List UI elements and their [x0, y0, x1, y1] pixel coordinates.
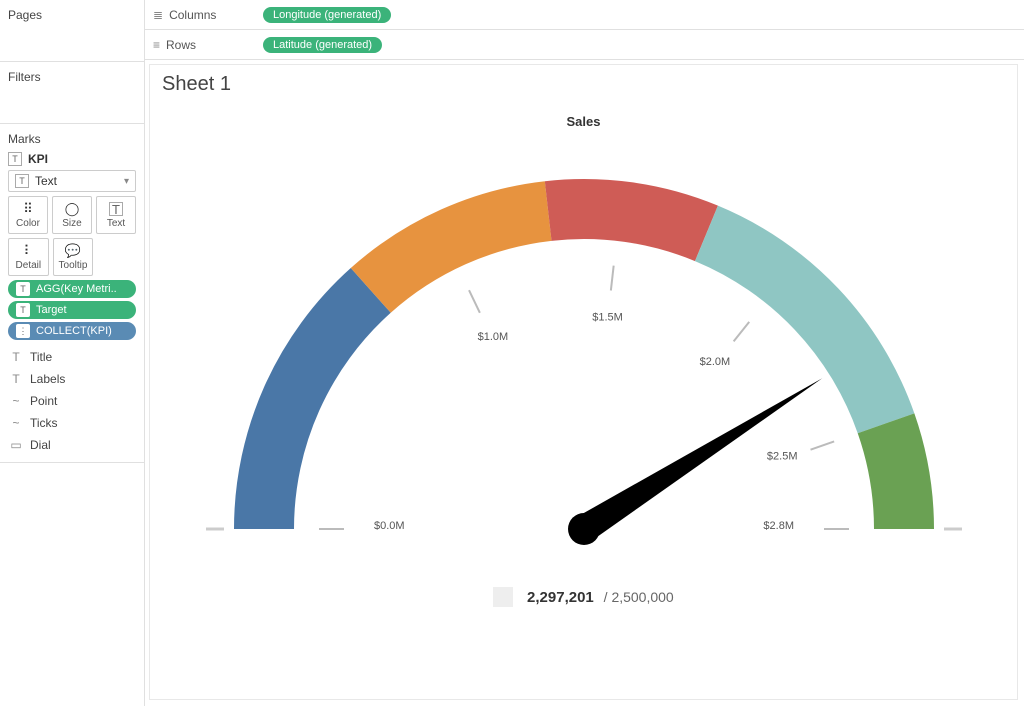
- shelf-label: Point: [30, 394, 57, 408]
- marks-card: Marks T KPI T Text ▾ ⠿ Color ◯ Size: [0, 124, 144, 463]
- shelf-label: Title: [30, 350, 52, 364]
- pill-icon: ⋮: [16, 324, 30, 338]
- gauge-tick: [810, 441, 834, 449]
- shelf-icon: T: [8, 350, 24, 364]
- tooltip-button[interactable]: 💬 Tooltip: [53, 238, 94, 276]
- gauge-tick-label: $2.5M: [766, 451, 797, 463]
- tooltip-icon: 💬: [65, 244, 81, 258]
- color-icon: ⠿: [23, 202, 33, 216]
- columns-icon: ≣: [153, 8, 163, 22]
- marks-pills: T AGG(Key Metri.. T Target ⋮ COLLECT(KPI): [8, 280, 136, 340]
- shelf-label: Dial: [30, 438, 51, 452]
- sheet-title: Sheet 1: [150, 65, 1017, 104]
- gauge-tick-label: $2.8M: [763, 520, 794, 532]
- shelf-item[interactable]: ~ Point: [8, 390, 136, 412]
- columns-pill[interactable]: Longitude (generated): [263, 7, 391, 23]
- filters-label: Filters: [8, 70, 136, 84]
- marks-pill[interactable]: T AGG(Key Metri..: [8, 280, 136, 298]
- gauge-tick: [610, 266, 613, 291]
- kpi-ghost: [493, 587, 513, 607]
- shelf-item[interactable]: ▭ Dial: [8, 434, 136, 456]
- mark-type-dropdown[interactable]: T Text ▾: [8, 170, 136, 192]
- gauge-title: Sales: [150, 114, 1017, 129]
- shelf-item[interactable]: T Labels: [8, 368, 136, 390]
- kpi-layer-label: KPI: [28, 152, 48, 166]
- marks-label: Marks: [8, 132, 136, 146]
- shelf-label: Labels: [30, 372, 65, 386]
- gauge-hub: [568, 513, 600, 545]
- kpi-footer: 2,297,201 / 2,500,000: [493, 589, 673, 606]
- text-icon: T: [8, 152, 22, 166]
- gauge-segment: [544, 179, 717, 261]
- main-area: ≣ Columns Longitude (generated) ≡ Rows L…: [145, 0, 1024, 706]
- pill-label: Target: [36, 304, 67, 316]
- marks-layer-kpi[interactable]: T KPI: [8, 152, 136, 166]
- shelf-icon: ~: [8, 416, 24, 430]
- size-button[interactable]: ◯ Size: [52, 196, 92, 234]
- gauge-chart: $0.0M $1.0M $1.5M $2.0M $2.5M $2.8M: [204, 129, 964, 569]
- size-icon: ◯: [65, 202, 80, 216]
- pill-label: COLLECT(KPI): [36, 325, 112, 337]
- left-sidebar: Pages Filters Marks T KPI T Text ▾ ⠿ Col…: [0, 0, 145, 706]
- gauge-segment: [857, 413, 933, 529]
- shelf-item[interactable]: T Title: [8, 346, 136, 368]
- text-icon: T: [109, 202, 123, 216]
- marks-pill[interactable]: ⋮ COLLECT(KPI): [8, 322, 136, 340]
- gauge-tick-label: $2.0M: [699, 356, 730, 368]
- pages-card: Pages: [0, 0, 144, 62]
- marks-pill[interactable]: T Target: [8, 301, 136, 319]
- detail-button[interactable]: ⠇ Detail: [8, 238, 49, 276]
- marks-shelf-list: T Title T Labels ~ Point ~ Ticks ▭ Dial: [8, 346, 136, 456]
- text-button[interactable]: T Text: [96, 196, 136, 234]
- mark-type-label: Text: [35, 174, 57, 188]
- pill-icon: T: [16, 303, 30, 317]
- shelf-icon: ▭: [8, 438, 24, 452]
- chevron-down-icon: ▾: [124, 176, 129, 187]
- gauge-segment: [694, 206, 913, 434]
- gauge-segment: [234, 268, 391, 529]
- rows-pill[interactable]: Latitude (generated): [263, 37, 382, 53]
- detail-icon: ⠇: [24, 244, 34, 258]
- shelf-icon: ~: [8, 394, 24, 408]
- shelf-item[interactable]: ~ Ticks: [8, 412, 136, 434]
- rows-shelf[interactable]: ≡ Rows Latitude (generated): [145, 30, 1024, 60]
- shelf-label: Ticks: [30, 416, 58, 430]
- sheet-canvas: Sheet 1 Sales $0.0M$1.0M$1.5M$2.0M$2.5M$…: [149, 64, 1018, 700]
- gauge-tick-label: $1.5M: [592, 311, 623, 323]
- kpi-value: 2,297,201: [527, 589, 594, 606]
- rows-icon: ≡: [153, 38, 160, 52]
- pill-label: AGG(Key Metri..: [36, 283, 117, 295]
- gauge-tick-label: $1.0M: [477, 331, 508, 343]
- shelf-icon: T: [8, 372, 24, 386]
- columns-shelf[interactable]: ≣ Columns Longitude (generated): [145, 0, 1024, 30]
- text-icon: T: [15, 174, 29, 188]
- gauge-segment: [350, 181, 551, 313]
- gauge-tick: [469, 290, 480, 313]
- gauge-tick-label: $0.0M: [374, 520, 405, 532]
- gauge-tick: [733, 322, 749, 342]
- columns-label: Columns: [169, 8, 216, 22]
- rows-label: Rows: [166, 38, 196, 52]
- pill-icon: T: [16, 282, 30, 296]
- color-button[interactable]: ⠿ Color: [8, 196, 48, 234]
- filters-card: Filters: [0, 62, 144, 124]
- pages-label: Pages: [8, 8, 136, 22]
- kpi-target: / 2,500,000: [604, 589, 674, 605]
